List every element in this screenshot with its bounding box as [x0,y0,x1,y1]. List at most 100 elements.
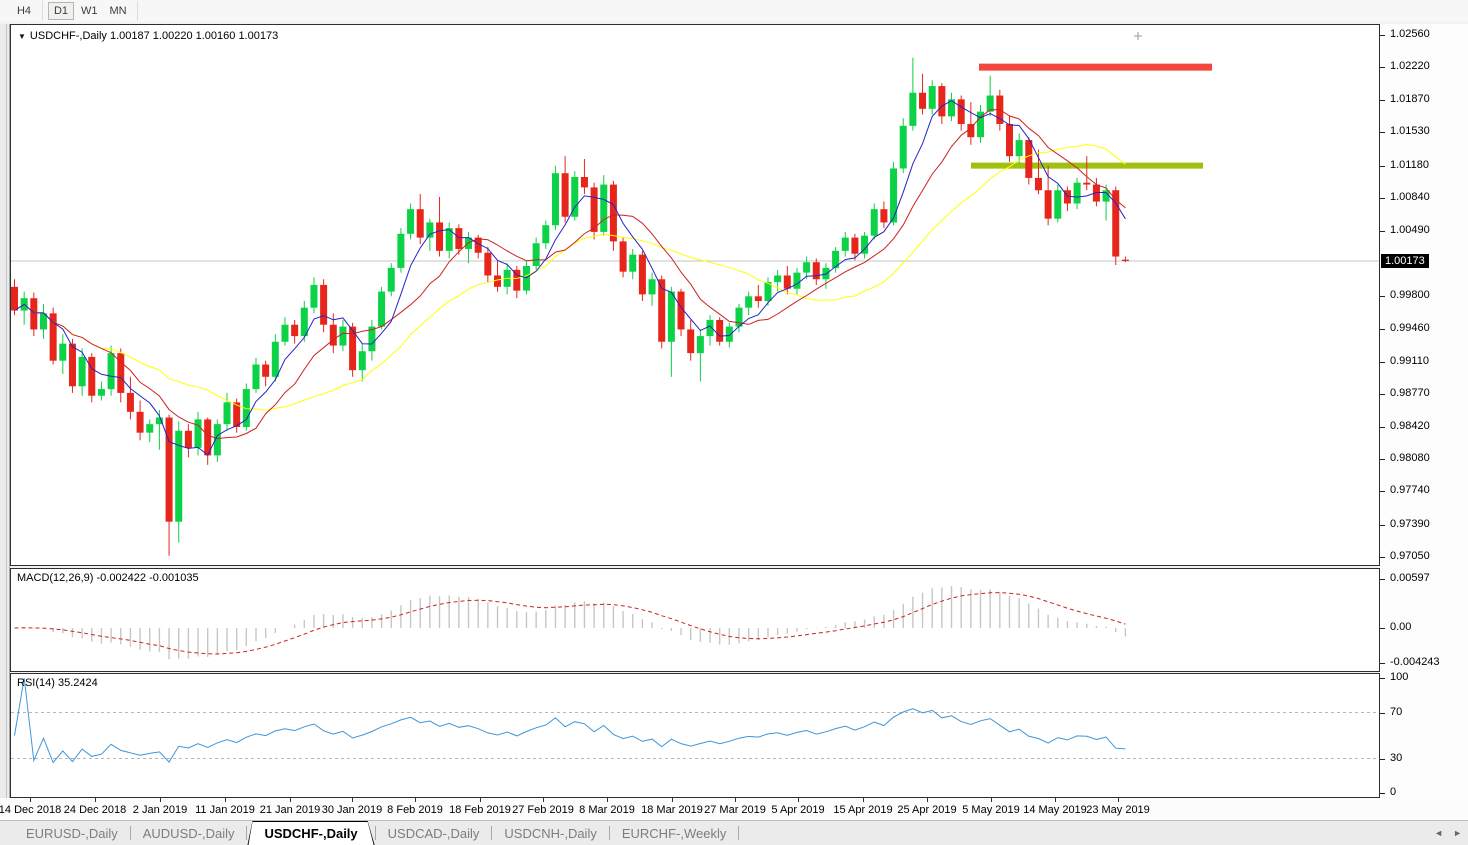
candle-body [774,275,781,282]
candle-body [397,234,404,268]
date-label: 27 Mar 2019 [704,804,766,816]
rsi-tick-label: 0 [1390,786,1396,798]
price-tick [1380,394,1385,395]
main-chart-canvas[interactable] [11,25,1379,565]
candle-body [533,243,540,266]
date-label: 24 Dec 2018 [64,804,126,816]
candle-body [339,327,346,346]
date-tick [1055,798,1056,802]
candle-body [224,402,231,424]
timeframe-button-h4[interactable]: H4 [11,2,37,20]
date-label: 8 Feb 2019 [387,804,443,816]
rsi-tick-label: 70 [1390,706,1402,718]
rsi-line [15,678,1126,763]
candle-body [426,222,433,237]
chart-tabs: EURUSD-,DailyAUDUSD-,DailyUSDCHF-,DailyU… [0,821,739,845]
tab-usdcnh-daily[interactable]: USDCNH-,Daily [492,821,608,845]
rsi-value: 35.2424 [58,677,98,689]
candle-body [591,187,598,232]
candle-body [1006,124,1013,156]
candle-body [1083,183,1090,185]
candle-body [262,364,269,376]
date-tick [927,798,928,802]
candle-body [755,296,762,301]
price-tick-label: 1.01530 [1390,125,1430,137]
price-tick-label: 0.99800 [1390,289,1430,301]
candle-body [668,292,675,342]
timeframe-toolbar: H4 D1W1MN [0,0,1468,22]
price-tick-label: 0.99460 [1390,322,1430,334]
price-tick [1380,100,1385,101]
candle-body [1054,190,1061,218]
price-tick-label: 1.00840 [1390,191,1430,203]
price-axis: 1.025601.022201.018701.015301.011801.008… [1380,24,1468,798]
rsi-panel[interactable]: RSI(14) 35.2424 [10,673,1380,798]
resistance-zone [979,64,1212,71]
candle-body [417,209,424,237]
tab-usdcad-daily[interactable]: USDCAD-,Daily [376,821,492,845]
date-label: 14 Dec 2018 [0,804,61,816]
price-tick-label: 1.01870 [1390,93,1430,105]
tabs-scroll-right-icon[interactable]: ► [1453,828,1462,838]
date-tick [225,798,226,802]
date-label: 8 Mar 2019 [579,804,635,816]
price-tick [1380,329,1385,330]
date-label: 21 Jan 2019 [260,804,321,816]
candle-body [842,238,849,251]
candle-body [600,185,607,232]
date-tick [1118,798,1119,802]
toolbar-separator [137,1,138,21]
date-label: 27 Feb 2019 [512,804,574,816]
tab-separator [246,826,247,840]
date-tick [480,798,481,802]
macd-panel[interactable]: MACD(12,26,9) -0.002422 -0.001035 [10,568,1380,672]
tab-usdchf-daily[interactable]: USDCHF-,Daily [247,821,374,845]
candle-body [436,222,443,250]
price-tick [1380,362,1385,363]
macd-tick-label: -0.004243 [1390,656,1440,668]
price-tick-label: 1.01180 [1390,159,1429,171]
candle-body [1122,260,1129,261]
symbol-dropdown-icon[interactable]: ▼ [18,32,26,41]
candle-body [1045,190,1052,218]
price-tick [1380,525,1385,526]
date-tick [607,798,608,802]
macd-tick [1380,628,1385,629]
candle-body [484,253,491,276]
date-label: 18 Mar 2019 [641,804,703,816]
candle-body [1016,140,1023,156]
candle-body [890,168,897,222]
macd-canvas[interactable] [11,569,1379,671]
candle-body [987,96,994,112]
candle-body [291,325,298,336]
timeframe-button-mn[interactable]: MN [105,2,132,20]
tabs-scroll-left-icon[interactable]: ◄ [1434,828,1443,838]
macd-signal-line [15,593,1126,654]
date-label: 15 Apr 2019 [833,804,892,816]
candle-body [146,424,153,433]
macd-tick-label: 0.00 [1390,621,1411,633]
candle-body [88,357,95,396]
rsi-canvas[interactable] [11,674,1379,797]
candle-body [359,351,366,370]
candle-body [552,173,559,225]
tab-eurchf-weekly[interactable]: EURCHF-,Weekly [610,821,739,845]
date-tick [543,798,544,802]
price-chart-panel[interactable]: ▼USDCHF-,Daily 1.00187 1.00220 1.00160 1… [10,24,1380,566]
candle-body [98,389,105,396]
ma-fast-line [15,101,1126,455]
candle-body [523,266,530,291]
candle-body [813,262,820,279]
tab-separator [738,826,739,840]
tab-eurusd-daily[interactable]: EURUSD-,Daily [14,821,130,845]
date-label: 2 Jan 2019 [133,804,187,816]
timeframe-button-w1[interactable]: W1 [76,2,103,20]
candle-body [919,93,926,109]
time-axis: 14 Dec 201824 Dec 20182 Jan 201911 Jan 2… [0,798,1468,820]
date-label: 5 May 2019 [962,804,1019,816]
left-splitter[interactable] [0,24,10,798]
tab-audusd-daily[interactable]: AUDUSD-,Daily [131,821,247,845]
timeframe-button-d1[interactable]: D1 [48,2,74,20]
price-tick-label: 1.02560 [1390,28,1430,40]
chart-tabs-bar: EURUSD-,DailyAUDUSD-,DailyUSDCHF-,DailyU… [0,820,1468,845]
